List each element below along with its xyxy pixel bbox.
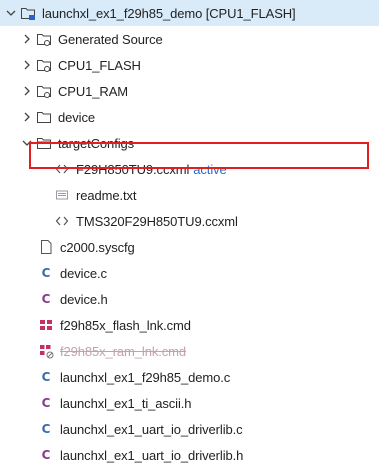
chevron-right-icon[interactable] bbox=[20, 110, 34, 124]
tree-item-targetconfigs[interactable]: targetConfigs bbox=[0, 130, 379, 156]
folder-icon bbox=[36, 109, 52, 125]
tree-item-c2000-syscfg[interactable]: c2000.syscfg bbox=[0, 234, 379, 260]
file-label: device.h bbox=[60, 291, 108, 307]
folder-link-icon bbox=[36, 57, 52, 73]
folder-label: CPU1_RAM bbox=[58, 83, 128, 99]
folder-link-icon bbox=[36, 31, 52, 47]
tree-item-device[interactable]: device bbox=[0, 104, 379, 130]
tree-item-cpu1-ram[interactable]: CPU1_RAM bbox=[0, 78, 379, 104]
xml-file-icon bbox=[54, 161, 70, 177]
tree-item-device-h[interactable]: C device.h bbox=[0, 286, 379, 312]
file-label: launchxl_ex1_ti_ascii.h bbox=[60, 395, 192, 411]
tree-item-generated-source[interactable]: Generated Source bbox=[0, 26, 379, 52]
tree-item-f29h850tu9-ccxml[interactable]: F29H850TU9.ccxml active bbox=[0, 156, 379, 182]
chevron-right-icon[interactable] bbox=[20, 84, 34, 98]
chevron-right-icon[interactable] bbox=[20, 32, 34, 46]
folder-label: CPU1_FLASH bbox=[58, 57, 141, 73]
tree-item-ram-lnk-cmd[interactable]: f29h85x_ram_lnk.cmd bbox=[0, 338, 379, 364]
file-label: readme.txt bbox=[76, 187, 137, 203]
file-label: f29h85x_flash_lnk.cmd bbox=[60, 317, 191, 333]
c-source-icon: C bbox=[41, 422, 51, 436]
tree-item-readme[interactable]: readme.txt bbox=[0, 182, 379, 208]
c-header-icon: C bbox=[41, 448, 51, 462]
c-header-icon: C bbox=[41, 396, 51, 410]
tree-item-ti-ascii-h[interactable]: C launchxl_ex1_ti_ascii.h bbox=[0, 390, 379, 416]
file-label: launchxl_ex1_f29h85_demo.c bbox=[60, 369, 231, 385]
text-file-icon bbox=[54, 187, 70, 203]
file-label: device.c bbox=[60, 265, 107, 281]
folder-label: device bbox=[58, 109, 95, 125]
file-label-excluded: f29h85x_ram_lnk.cmd bbox=[60, 343, 186, 359]
tree-item-uart-io-driverlib-c[interactable]: C launchxl_ex1_uart_io_driverlib.c bbox=[0, 416, 379, 442]
cmd-file-excluded-icon bbox=[38, 343, 54, 359]
folder-label: targetConfigs bbox=[58, 135, 135, 151]
active-badge: active bbox=[193, 161, 227, 177]
project-folder-icon bbox=[20, 5, 36, 21]
tree-item-flash-lnk-cmd[interactable]: f29h85x_flash_lnk.cmd bbox=[0, 312, 379, 338]
c-header-icon: C bbox=[41, 292, 51, 306]
c-source-icon: C bbox=[41, 266, 51, 280]
c-source-icon: C bbox=[41, 370, 51, 384]
folder-link-icon bbox=[36, 83, 52, 99]
chevron-down-icon[interactable] bbox=[20, 136, 34, 150]
file-label: launchxl_ex1_uart_io_driverlib.h bbox=[60, 447, 244, 463]
file-label: TMS320F29H850TU9.ccxml bbox=[76, 213, 238, 229]
file-label: c2000.syscfg bbox=[60, 239, 135, 255]
tree-item-cpu1-flash[interactable]: CPU1_FLASH bbox=[0, 52, 379, 78]
tree-item-device-c[interactable]: C device.c bbox=[0, 260, 379, 286]
project-explorer-tree: launchxl_ex1_f29h85_demo [CPU1_FLASH] Ge… bbox=[0, 0, 379, 468]
tree-item-tms320f29h850tu9-ccxml[interactable]: TMS320F29H850TU9.ccxml bbox=[0, 208, 379, 234]
tree-item-project-root[interactable]: launchxl_ex1_f29h85_demo [CPU1_FLASH] bbox=[0, 0, 379, 26]
folder-label: Generated Source bbox=[58, 31, 163, 47]
chevron-down-icon[interactable] bbox=[4, 6, 18, 20]
file-label: F29H850TU9.ccxml bbox=[76, 161, 190, 177]
project-root-label: launchxl_ex1_f29h85_demo [CPU1_FLASH] bbox=[42, 5, 296, 21]
chevron-right-icon[interactable] bbox=[20, 58, 34, 72]
file-label: launchxl_ex1_uart_io_driverlib.c bbox=[60, 421, 243, 437]
doc-icon bbox=[38, 239, 54, 255]
cmd-file-icon bbox=[38, 317, 54, 333]
xml-file-icon bbox=[54, 213, 70, 229]
folder-open-icon bbox=[36, 135, 52, 151]
tree-item-demo-c[interactable]: C launchxl_ex1_f29h85_demo.c bbox=[0, 364, 379, 390]
tree-item-uart-io-driverlib-h[interactable]: C launchxl_ex1_uart_io_driverlib.h bbox=[0, 442, 379, 468]
